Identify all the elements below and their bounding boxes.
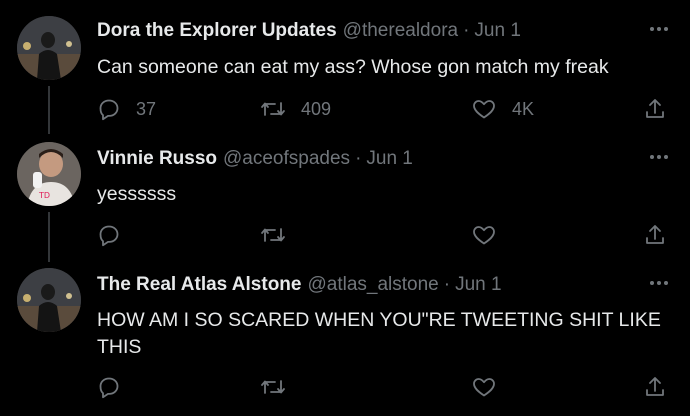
avatar[interactable]: TD <box>17 142 81 206</box>
tweet-text: Can someone can eat my ass? Whose gon ma… <box>97 56 609 78</box>
tweet-atlas[interactable]: The Real Atlas Alstone @atlas_alstone · … <box>0 260 690 416</box>
retweet-icon <box>261 102 285 116</box>
avatar-image <box>17 16 81 80</box>
share-icon <box>646 225 664 244</box>
share-button[interactable] <box>643 373 667 401</box>
user-handle[interactable]: @therealdora <box>343 18 458 44</box>
share-icon <box>646 99 664 118</box>
reply-icon <box>99 99 119 121</box>
tweet-actions: 37 409 4K <box>97 95 672 123</box>
reply-button[interactable] <box>97 221 136 249</box>
reply-icon <box>99 377 119 399</box>
display-name[interactable]: The Real Atlas Alstone <box>97 272 301 298</box>
user-handle[interactable]: @aceofspades <box>223 146 350 172</box>
user-handle[interactable]: @atlas_alstone <box>307 272 438 298</box>
like-count: 4K <box>512 98 535 119</box>
share-button[interactable] <box>643 95 667 123</box>
share-button[interactable] <box>643 221 667 249</box>
retweet-count: 409 <box>301 98 332 119</box>
heart-icon <box>473 226 495 245</box>
more-options-button[interactable] <box>648 276 670 290</box>
more-icon <box>650 155 668 159</box>
avatar-image <box>17 268 81 332</box>
like-button[interactable] <box>471 221 512 249</box>
like-button[interactable] <box>471 373 512 401</box>
separator-dot: · <box>443 274 451 295</box>
like-button[interactable]: 4K <box>471 95 534 123</box>
separator-dot: · <box>463 20 470 41</box>
heart-icon <box>473 100 495 119</box>
tweet-date[interactable]: Jun 1 <box>474 18 520 44</box>
retweet-icon <box>261 228 285 242</box>
reply-count: 37 <box>136 98 157 119</box>
retweet-button[interactable] <box>260 373 301 401</box>
reply-button[interactable] <box>97 373 136 401</box>
retweet-button[interactable]: 409 <box>260 95 331 123</box>
share-icon <box>646 377 664 396</box>
tweet-text: HOW AM I SO SCARED WHEN YOU"RE TWEETING … <box>97 309 661 358</box>
tweet-actions <box>97 221 672 249</box>
tweet-vinnie[interactable]: TD Vinnie Russo @aceofspades · Jun 1 yes… <box>0 130 690 260</box>
separator-dot: · <box>355 148 362 169</box>
tweet-text: yessssss <box>97 183 177 205</box>
tweet-dora[interactable]: Dora the Explorer Updates @therealdora ·… <box>0 0 690 130</box>
svg-text:TD: TD <box>38 191 50 200</box>
avatar[interactable] <box>17 268 81 332</box>
more-options-button[interactable] <box>648 22 670 36</box>
retweet-icon <box>261 380 285 394</box>
avatar[interactable] <box>17 16 81 80</box>
retweet-button[interactable] <box>260 221 301 249</box>
reply-button[interactable]: 37 <box>97 95 156 123</box>
heart-icon <box>473 378 495 397</box>
reply-icon <box>99 225 119 247</box>
display-name[interactable]: Vinnie Russo <box>97 146 217 172</box>
display-name[interactable]: Dora the Explorer Updates <box>97 18 337 44</box>
avatar-image: TD <box>17 142 81 206</box>
tweet-header: The Real Atlas Alstone @atlas_alstone · … <box>97 272 502 298</box>
more-icon <box>650 27 668 31</box>
more-options-button[interactable] <box>648 150 670 164</box>
tweet-header: Dora the Explorer Updates @therealdora ·… <box>97 18 521 44</box>
tweet-thread: Dora the Explorer Updates @therealdora ·… <box>0 0 690 416</box>
more-icon <box>650 281 668 285</box>
tweet-date[interactable]: Jun 1 <box>366 146 412 172</box>
tweet-actions <box>97 373 672 401</box>
tweet-date[interactable]: Jun 1 <box>455 272 501 298</box>
tweet-header: Vinnie Russo @aceofspades · Jun 1 <box>97 146 413 172</box>
